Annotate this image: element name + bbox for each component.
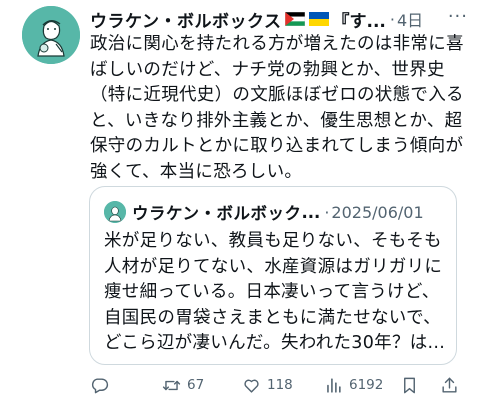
author-avatar[interactable] [22,6,80,64]
quoted-author-ellipsis: ... [301,202,321,222]
retweet-count: 67 [187,377,205,393]
post-time[interactable]: 4日 [397,7,423,31]
quoted-author-avatar [104,201,126,223]
like-button[interactable]: 118 [242,372,293,398]
retweet-icon [162,380,181,390]
action-bar: 67 118 6192 [88,372,468,398]
ukraine-flag-icon [309,12,330,26]
palestine-flag-icon [285,12,306,26]
author-name[interactable]: ウラケン・ボルボックス [90,7,281,32]
like-count: 118 [267,377,293,393]
share-icon [442,377,457,393]
header-separator: · [389,9,395,29]
bookmark-icon [404,377,415,393]
quoted-header-separator: · [324,202,330,222]
quoted-post[interactable]: ウラケン・ボルボック ... · 2025/06/01 米が足りない、教員も足り… [89,186,457,365]
views-icon [327,377,341,393]
more-options-icon[interactable]: ··· [448,6,468,27]
share-button[interactable] [440,372,459,398]
views-button[interactable]: 6192 [324,372,383,398]
quoted-post-text: 米が足りない、教員も足りない、そもそも人材が足りてない、水産資源はガリガリに痩せ… [104,231,446,353]
quoted-post-header: ウラケン・ボルボック ... · 2025/06/01 [104,201,448,223]
quoted-author-name: ウラケン・ボルボック [132,204,302,223]
bookmark-button[interactable] [400,372,419,398]
reply-icon [91,377,109,393]
views-count: 6192 [349,377,384,393]
heart-icon [244,379,259,393]
quoted-post-date: 2025/06/01 [331,202,424,222]
post-header: ウラケン・ボルボックス 『す... · 4日 ··· [90,6,472,32]
author-name-tail[interactable]: 『す... [332,7,385,32]
reply-button[interactable] [90,372,109,398]
retweet-button[interactable]: 67 [162,372,204,398]
post-text: 政治に関心を持たれる方が増えたのは非常に喜ばしいのだけど、ナチ党の勃興とか、世界… [90,34,464,182]
